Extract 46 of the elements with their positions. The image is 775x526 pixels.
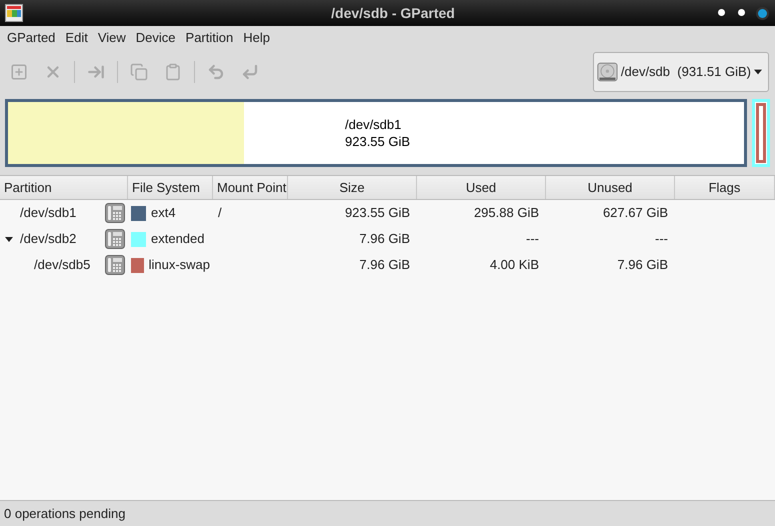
partition-name: /dev/sdb1 <box>20 204 76 222</box>
menu-item[interactable]: Edit <box>60 28 93 48</box>
used-cell-text: --- <box>525 230 540 248</box>
size-cell-text: 923.55 GiB <box>344 204 411 222</box>
window-title: /dev/sdb - GParted <box>330 4 456 22</box>
phone-icon <box>105 229 125 249</box>
maximize-button[interactable] <box>738 8 745 16</box>
menu-item[interactable]: Help <box>238 28 275 48</box>
phone-icon <box>105 203 125 223</box>
mount-point: / <box>218 205 222 220</box>
close-button[interactable] <box>758 8 767 18</box>
partition-name: /dev/sdb2 <box>20 230 76 248</box>
partition-name: /dev/sdb5 <box>34 256 90 274</box>
status-text: 0 operations pending <box>4 504 126 523</box>
partition-label: /dev/sdb1 <box>345 116 402 133</box>
minimize-button[interactable] <box>718 8 725 16</box>
unused-cell-text: 7.96 GiB <box>616 256 669 274</box>
file-system: extended <box>151 230 204 248</box>
menu-item[interactable]: View <box>92 28 131 48</box>
file-system: linux-swap <box>148 256 210 274</box>
column-header[interactable]: Partition <box>0 176 128 199</box>
used-cell-text: 295.88 GiB <box>472 204 540 222</box>
app-icon <box>5 4 23 22</box>
column-header[interactable]: Mount Point <box>213 176 288 199</box>
column-header[interactable]: File System <box>128 176 213 199</box>
unused-cell-text: 627.67 GiB <box>602 204 669 222</box>
file-system: ext4 <box>151 204 176 222</box>
expander-icon[interactable] <box>4 234 16 244</box>
swap-partition-block[interactable] <box>756 103 766 163</box>
size-cell-text: 7.96 GiB <box>358 256 411 274</box>
extended-partition-block[interactable] <box>752 99 770 167</box>
phone-icon <box>105 255 125 275</box>
size-cell-text: 7.96 GiB <box>358 230 411 248</box>
device-selector[interactable]: /dev/sdb (931.51 GiB) <box>593 52 769 92</box>
column-header[interactable]: Size <box>288 176 417 199</box>
column-header[interactable]: Used <box>417 176 546 199</box>
partition-size: 923.55 GiB <box>345 133 412 150</box>
used-cell-text: 4.00 KiB <box>488 256 540 274</box>
partition-block[interactable]: /dev/sdb1 923.55 GiB <box>5 99 747 167</box>
column-header[interactable]: Unused <box>546 176 675 199</box>
menu-item[interactable]: GParted <box>2 28 60 48</box>
dropdown-icon <box>754 69 762 75</box>
menu-item[interactable]: Partition <box>180 28 238 48</box>
unused-cell-text: --- <box>654 230 669 248</box>
menu-item[interactable]: Device <box>130 28 181 48</box>
column-header[interactable]: Flags <box>675 176 775 199</box>
